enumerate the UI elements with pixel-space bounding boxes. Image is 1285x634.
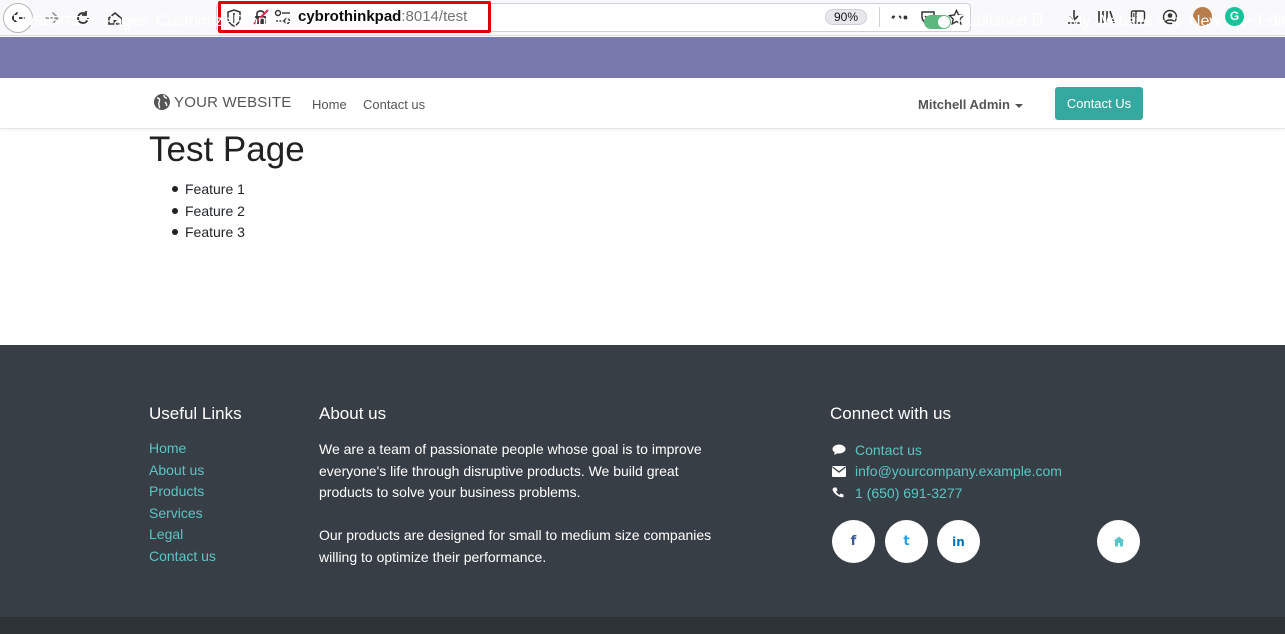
- feature-item: Feature 3: [172, 223, 245, 245]
- contact-item[interactable]: Contact us: [832, 439, 1062, 461]
- nav-link-contact[interactable]: Contact us: [363, 97, 425, 112]
- edit-button-label: Edit: [1258, 13, 1285, 30]
- new-button[interactable]: New: [1172, 13, 1221, 31]
- contact-item[interactable]: 1 (650) 691-3277: [832, 482, 1062, 504]
- about-heading: About us: [319, 404, 387, 423]
- contact-list: Contact us info@yourcompany.example.com …: [832, 439, 1062, 504]
- useful-links-heading: Useful Links: [149, 404, 242, 423]
- footer-link-legal[interactable]: Legal: [149, 525, 216, 547]
- chevron-down-icon: [1157, 19, 1166, 24]
- edit-button[interactable]: Edit: [1241, 13, 1285, 31]
- contact-us-button[interactable]: Contact Us: [1055, 87, 1143, 120]
- twitter-button[interactable]: t: [885, 520, 928, 563]
- apps-grid-icon: [7, 14, 19, 27]
- user-name: Mitchell Admin: [918, 97, 1010, 112]
- feature-item: Feature 1: [172, 180, 245, 202]
- pencil-icon: [1242, 17, 1252, 27]
- email-link[interactable]: info@yourcompany.example.com: [855, 462, 1062, 480]
- plus-icon: [1172, 16, 1183, 28]
- urlbar-separator: [879, 7, 880, 27]
- globe-icon: [154, 94, 170, 110]
- feature-item: Feature 2: [172, 202, 245, 224]
- admin-menu-customize[interactable]: Customize: [156, 13, 232, 31]
- mobile-preview-icon[interactable]: [1032, 12, 1042, 31]
- useful-links-list: Home About us Products Services Legal Co…: [149, 439, 216, 568]
- page-title: Test Page: [149, 130, 305, 169]
- published-toggle[interactable]: [924, 15, 951, 29]
- comment-icon: [832, 444, 855, 456]
- nav-link-home[interactable]: Home: [312, 97, 347, 112]
- website-switcher-label: My Website: [1069, 13, 1153, 30]
- debug-bug-icon[interactable]: [891, 13, 903, 31]
- home-icon: [1113, 536, 1124, 547]
- published-label: Published: [957, 13, 1028, 30]
- phone-link[interactable]: 1 (650) 691-3277: [855, 484, 962, 502]
- logo-text: YOUR WEBSITE: [174, 93, 292, 111]
- site-logo[interactable]: YOUR WEBSITE: [153, 93, 291, 111]
- phone-icon: [832, 487, 855, 499]
- twitter-icon: t: [903, 534, 910, 549]
- contact-item[interactable]: info@yourcompany.example.com: [832, 461, 1062, 483]
- footer-link-services[interactable]: Services: [149, 504, 216, 526]
- facebook-button[interactable]: f: [832, 520, 875, 563]
- footer-link-products[interactable]: Products: [149, 482, 216, 504]
- connect-heading: Connect with us: [830, 404, 951, 423]
- contact-us-link[interactable]: Contact us: [855, 441, 922, 459]
- linkedin-icon: in: [952, 534, 965, 549]
- chevron-down-icon: [85, 18, 94, 23]
- about-paragraph: We are a team of passionate people whose…: [319, 441, 702, 500]
- footer-link-contact[interactable]: Contact us: [149, 547, 216, 569]
- footer-link-home[interactable]: Home: [149, 439, 216, 461]
- apps-menu-button[interactable]: WEBSITE: [7, 13, 94, 28]
- linkedin-button[interactable]: in: [937, 520, 980, 563]
- facebook-icon: f: [850, 534, 857, 549]
- feature-list: Feature 1 Feature 2 Feature 3: [172, 180, 245, 245]
- about-paragraph: Our products are designed for small to m…: [319, 527, 712, 565]
- home-social-button[interactable]: [1097, 520, 1140, 563]
- odoo-admin-bar: [0, 37, 1285, 78]
- new-button-label: New: [1189, 13, 1222, 30]
- admin-menu-promote[interactable]: Promote: [233, 13, 293, 31]
- zoom-badge[interactable]: 90%: [825, 9, 867, 25]
- apps-menu-label: WEBSITE: [22, 13, 81, 28]
- about-text: We are a team of passionate people whose…: [319, 439, 729, 568]
- website-switcher[interactable]: My Website: [1069, 13, 1166, 31]
- footer-link-about[interactable]: About us: [149, 461, 216, 483]
- footer-copyright-bar: [0, 617, 1285, 634]
- user-menu[interactable]: Mitchell Admin: [918, 97, 1023, 112]
- admin-menu-pages[interactable]: Pages: [103, 13, 148, 31]
- envelope-icon: [832, 465, 855, 477]
- chevron-down-icon: [1014, 103, 1023, 108]
